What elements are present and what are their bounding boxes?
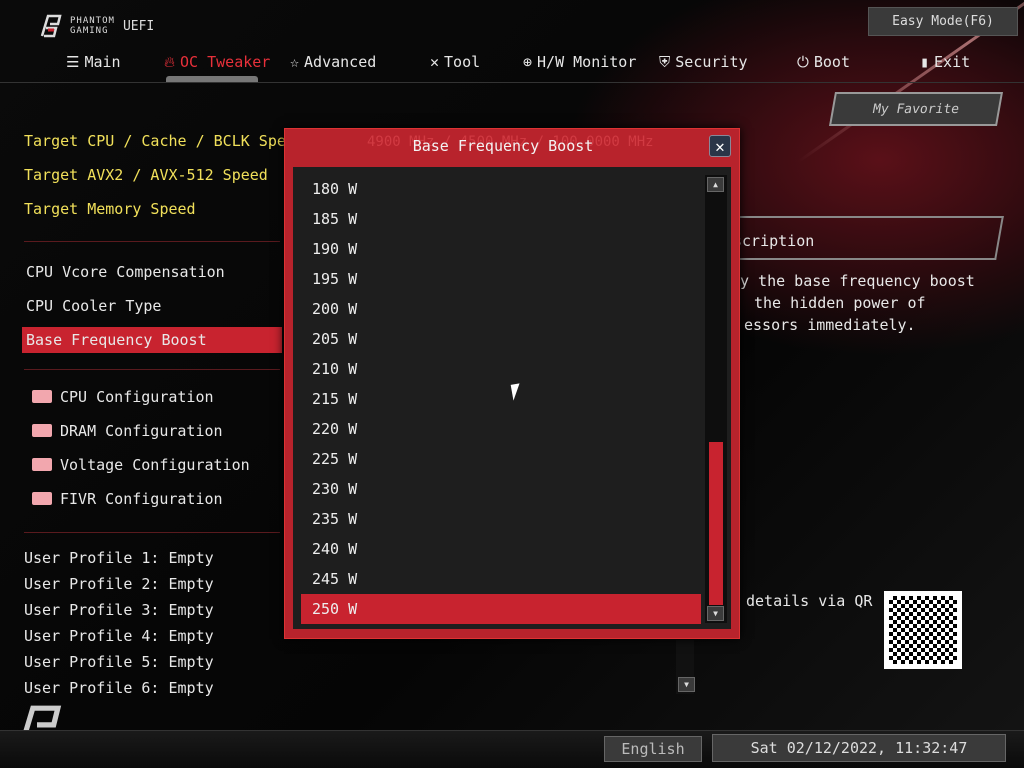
menu-cpu-cooler[interactable]: CPU Cooler Type <box>26 297 161 315</box>
tab-exit[interactable]: ▮ Exit <box>920 52 970 72</box>
qr-caption: details via QR <box>746 592 873 610</box>
folder-label: DRAM Configuration <box>60 422 223 440</box>
menu-base-frequency-boost[interactable]: Base Frequency Boost <box>26 331 207 349</box>
uefi-label: UEFI <box>122 18 155 34</box>
my-favorite-button[interactable]: My Favorite <box>829 92 1003 126</box>
divider <box>24 532 280 533</box>
scroll-down-icon[interactable]: ▼ <box>707 606 724 621</box>
divider <box>24 241 280 242</box>
option-item[interactable]: 190 W <box>301 234 701 264</box>
option-item[interactable]: 200 W <box>301 294 701 324</box>
folder-label: FIVR Configuration <box>60 490 223 508</box>
option-item[interactable]: 215 W <box>301 384 701 414</box>
description-line: y the base frequency boost <box>740 272 975 290</box>
star-icon: ☆ <box>290 53 300 71</box>
folder-icon <box>32 424 52 437</box>
tab-label: Tool <box>444 53 481 71</box>
exit-icon: ▮ <box>920 53 930 71</box>
option-item[interactable]: 220 W <box>301 414 701 444</box>
menu-cpu-vcore[interactable]: CPU Vcore Compensation <box>26 263 225 281</box>
main-scrollbar[interactable]: ▼ <box>676 640 695 694</box>
phantom-gaming-logo-icon <box>40 14 62 38</box>
language-button[interactable]: English <box>604 736 702 762</box>
menu-target-cpu[interactable]: Target CPU / Cache / BCLK Speed <box>24 132 304 150</box>
option-scrollbar[interactable]: ▲ ▼ <box>705 175 727 623</box>
menu-target-memory[interactable]: Target Memory Speed <box>24 200 196 218</box>
list-icon: ☰ <box>66 53 80 71</box>
user-profile-5[interactable]: User Profile 5: Empty <box>24 653 214 671</box>
tab-label: Advanced <box>304 53 377 71</box>
description-title: scription <box>733 232 815 250</box>
tab-label: Boot <box>813 53 850 71</box>
option-item[interactable]: 210 W <box>301 354 701 384</box>
brand-line1: PHANTOM <box>70 16 115 26</box>
folder-icon <box>32 458 52 471</box>
folder-label: CPU Configuration <box>60 388 214 406</box>
divider <box>24 369 280 370</box>
option-item[interactable]: 245 W <box>301 564 701 594</box>
main-nav: ☰ Main 🔥︎ OC Tweaker ☆ Advanced ✕ Tool ⊕ H/W … <box>0 52 1024 82</box>
option-item[interactable]: 225 W <box>301 444 701 474</box>
user-profile-2[interactable]: User Profile 2: Empty <box>24 575 214 593</box>
folder-label: Voltage Configuration <box>60 456 250 474</box>
power-icon: ⏻ <box>797 53 809 71</box>
user-profile-3[interactable]: User Profile 3: Empty <box>24 601 214 619</box>
tab-oc-tweaker[interactable]: 🔥︎ OC Tweaker <box>164 52 270 72</box>
my-favorite-label: My Favorite <box>871 101 961 117</box>
folder-icon <box>32 390 52 403</box>
tab-advanced[interactable]: ☆ Advanced <box>290 52 376 72</box>
folder-voltage-config[interactable]: Voltage Configuration <box>32 456 250 474</box>
folder-cpu-config[interactable]: CPU Configuration <box>32 388 214 406</box>
folder-dram-config[interactable]: DRAM Configuration <box>32 422 223 440</box>
scroll-down-icon[interactable]: ▼ <box>678 677 695 692</box>
description-line: essors immediately. <box>744 316 916 334</box>
tab-label: OC Tweaker <box>180 53 271 71</box>
option-item[interactable]: 205 W <box>301 324 701 354</box>
tab-label: H/W Monitor <box>537 53 637 71</box>
tab-boot[interactable]: ⏻ Boot <box>797 52 850 72</box>
tools-icon: ✕ <box>430 53 440 71</box>
logo: PHANTOM GAMING UEFI <box>38 14 154 38</box>
tab-hw-monitor[interactable]: ⊕ H/W Monitor <box>523 52 636 72</box>
folder-fivr-config[interactable]: FIVR Configuration <box>32 490 223 508</box>
easy-mode-button[interactable]: Easy Mode(F6) <box>868 7 1018 36</box>
scrollbar-thumb[interactable] <box>709 442 723 605</box>
close-icon[interactable]: ✕ <box>709 135 731 157</box>
nav-divider <box>0 82 1024 83</box>
monitor-icon: ⊕ <box>523 53 533 71</box>
tab-tool[interactable]: ✕ Tool <box>430 52 480 72</box>
option-item[interactable]: 230 W <box>301 474 701 504</box>
tab-label: Security <box>675 53 748 71</box>
option-item[interactable]: 195 W <box>301 264 701 294</box>
dialog-title: Base Frequency Boost <box>412 137 594 155</box>
option-item[interactable]: 235 W <box>301 504 701 534</box>
user-profile-6[interactable]: User Profile 6: Empty <box>24 679 214 697</box>
menu-target-avx[interactable]: Target AVX2 / AVX-512 Speed <box>24 166 268 184</box>
description-line: the hidden power of <box>754 294 926 312</box>
option-item[interactable]: 250 W <box>301 594 701 624</box>
tab-label: Exit <box>934 53 971 71</box>
qr-code <box>884 591 962 669</box>
tab-security[interactable]: ⛨ Security <box>659 52 748 72</box>
option-item[interactable]: 185 W <box>301 204 701 234</box>
scroll-up-icon[interactable]: ▲ <box>707 177 724 192</box>
tab-main[interactable]: ☰ Main <box>66 52 121 72</box>
folder-icon <box>32 492 52 505</box>
user-profile-1[interactable]: User Profile 1: Empty <box>24 549 214 567</box>
flame-icon: 🔥︎ <box>164 53 176 71</box>
option-item[interactable]: 180 W <box>301 174 701 204</box>
user-profile-4[interactable]: User Profile 4: Empty <box>24 627 214 645</box>
shield-icon: ⛨ <box>659 53 671 71</box>
tab-label: Main <box>84 53 121 71</box>
option-item[interactable]: 240 W <box>301 534 701 564</box>
brand-line2: GAMING <box>70 26 109 36</box>
datetime-display: Sat 02/12/2022, 11:32:47 <box>712 734 1006 762</box>
